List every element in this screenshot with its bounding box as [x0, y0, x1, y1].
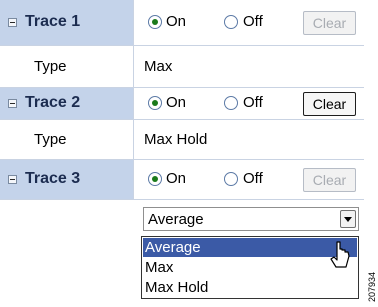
trace-3-controls: On Off Clear [134, 160, 364, 199]
trace-3-on-label[interactable]: On [166, 170, 186, 187]
trace-1-off-label[interactable]: Off [243, 13, 263, 30]
trace-1-controls: On Off Clear [134, 0, 364, 45]
trace-2-type-cell: Type [0, 120, 134, 159]
trace-3-clear-button[interactable]: Clear [303, 168, 356, 192]
trace-1-label: Trace 1 [25, 13, 81, 30]
trace-3-header: Trace 3 [0, 160, 134, 199]
trace-3-off-label[interactable]: Off [243, 170, 263, 187]
trace-3-on-radio[interactable] [148, 172, 162, 186]
trace-1-type-label: Type [34, 58, 67, 75]
trace-1-type-row: Type Max [0, 46, 364, 88]
trace-3-off-radio[interactable] [224, 172, 238, 186]
mouse-pointer-icon [330, 241, 350, 268]
trace-3-row: Trace 3 On Off Clear [0, 160, 364, 200]
dropdown-option-max-hold[interactable]: Max Hold [143, 278, 357, 297]
chevron-down-icon[interactable] [340, 210, 356, 228]
trace-1-type-cell: Type [0, 46, 134, 87]
trace-2-row: Trace 2 On Off Clear [0, 88, 364, 120]
trace-1-off-radio[interactable] [224, 15, 238, 29]
trace-2-type-label: Type [34, 131, 67, 148]
collapse-icon[interactable] [8, 18, 17, 27]
collapse-icon[interactable] [8, 99, 17, 108]
trace-1-type-value: Max [144, 58, 173, 75]
trace-2-off-radio[interactable] [224, 96, 238, 110]
figure-number: 207934 [366, 253, 378, 303]
trace-2-on-label[interactable]: On [166, 94, 186, 111]
trace-1-row: Trace 1 On Off Clear [0, 0, 364, 46]
dropdown-option-average[interactable]: Average [143, 238, 357, 257]
trace-1-header: Trace 1 [0, 0, 134, 45]
trace-2-type-row: Type Max Hold [0, 120, 364, 160]
trace-2-clear-button[interactable]: Clear [303, 92, 356, 116]
trace-3-label: Trace 3 [25, 170, 81, 187]
dropdown-option-max[interactable]: Max [143, 258, 357, 277]
trace-2-controls: On Off Clear [134, 88, 364, 119]
trace-2-type-cell-value: Max Hold [134, 120, 364, 159]
trace-3-type-selected: Average [148, 211, 204, 228]
trace-2-off-label[interactable]: Off [243, 94, 263, 111]
trace-2-header: Trace 2 [0, 88, 134, 119]
collapse-icon[interactable] [8, 175, 17, 184]
trace-1-clear-button[interactable]: Clear [303, 11, 356, 35]
trace-1-on-label[interactable]: On [166, 13, 186, 30]
trace-2-label: Trace 2 [25, 94, 81, 111]
trace-3-type-select[interactable]: Average [143, 207, 359, 231]
trace-1-type-cell-value: Max [134, 46, 364, 87]
figure-number-text: 207934 [367, 271, 377, 302]
trace-2-on-radio[interactable] [148, 96, 162, 110]
type-dropdown-list: Average Max Max Hold [141, 236, 359, 299]
trace-2-type-value: Max Hold [144, 131, 208, 148]
trace-1-on-radio[interactable] [148, 15, 162, 29]
